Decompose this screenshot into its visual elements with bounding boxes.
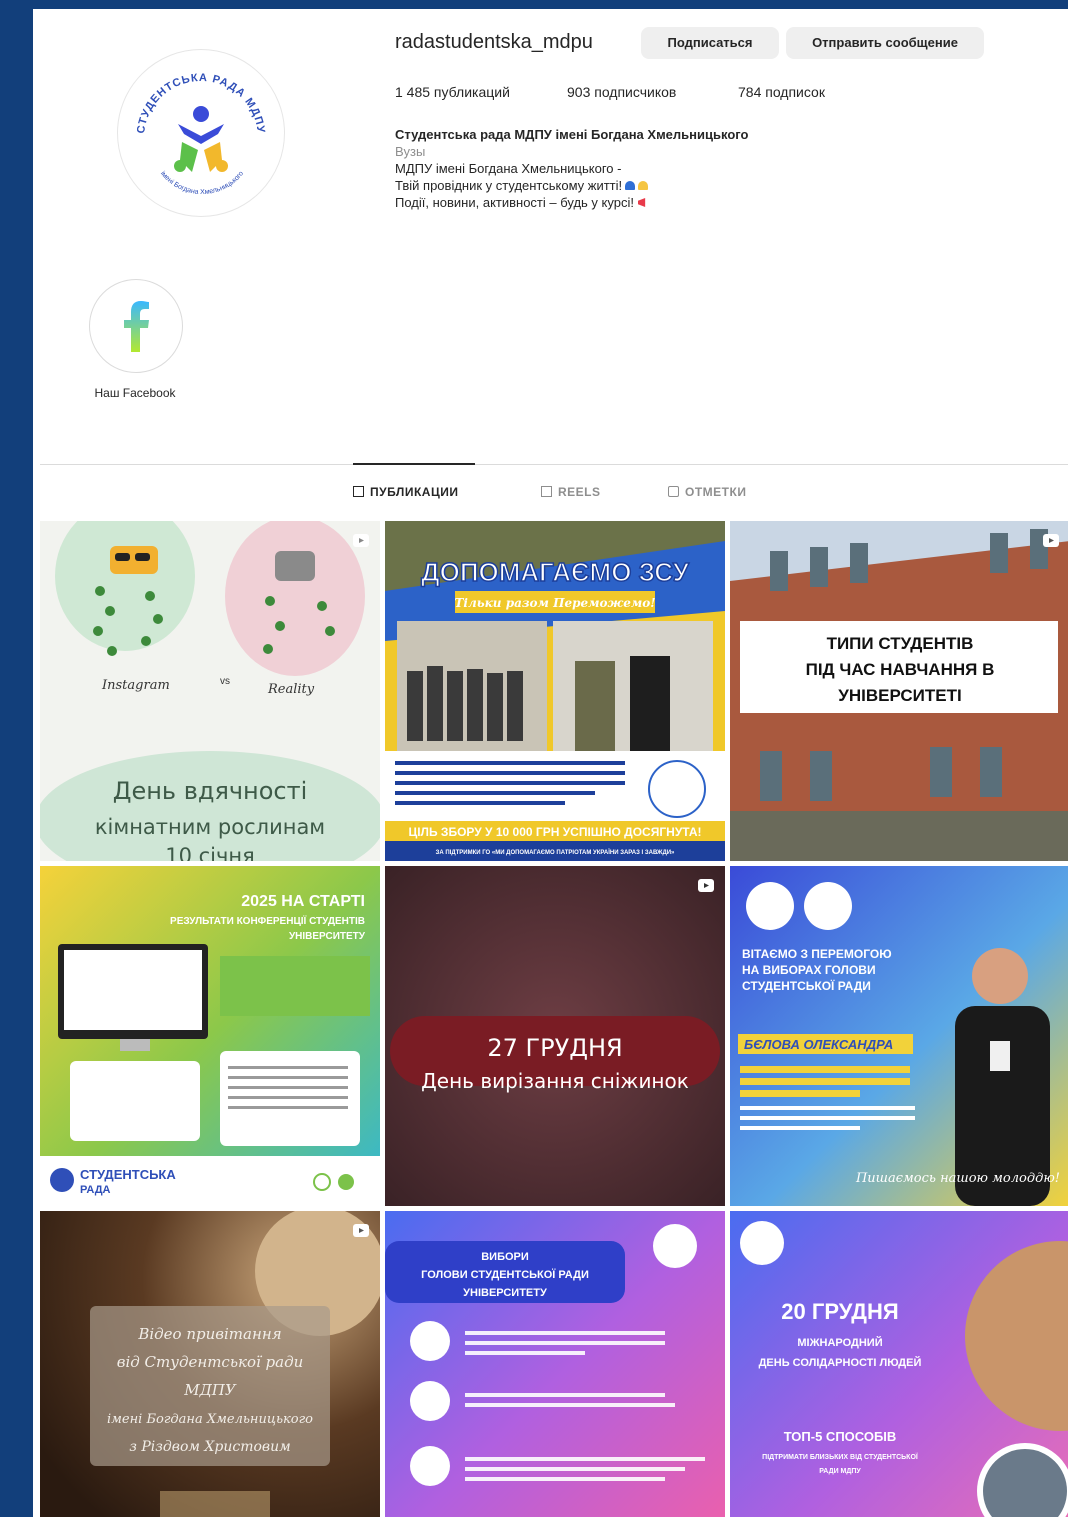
post2-footer: ЗА ПІДТРИМКИ ГО «МИ ДОПОМАГАЄМО ПАТРІОТА…: [436, 849, 675, 856]
tab-reels-label: REELS: [558, 485, 601, 499]
post6-line3: СТУДЕНТСЬКОЇ РАДИ: [742, 978, 871, 993]
post4-brand2: РАДА: [80, 1184, 111, 1196]
post8-line2: ГОЛОВИ СТУДЕНТСЬКОЇ РАДИ: [421, 1268, 589, 1281]
student-council-logo: СТУДЕНТСЬКА РАДА МДПУ імені Богдана Хмел…: [121, 53, 281, 213]
post8-line1: ВИБОРИ: [481, 1251, 529, 1263]
post4-brand1: СТУДЕНТСЬКА: [80, 1167, 176, 1182]
post5-date: 27 ГРУДНЯ: [487, 1034, 622, 1062]
tab-posts[interactable]: ПУБЛИКАЦИИ: [353, 485, 458, 499]
post-tile-3[interactable]: ТИПИ СТУДЕНТІВ ПІД ЧАС НАВЧАННЯ В УНІВЕР…: [730, 521, 1068, 861]
username: radastudentska_mdpu: [395, 31, 593, 53]
profile-page: СТУДЕНТСЬКА РАДА МДПУ імені Богдана Хмел…: [33, 9, 1068, 1517]
post-tile-9[interactable]: 20 ГРУДНЯ МІЖНАРОДНИЙ ДЕНЬ СОЛІДАРНОСТІ …: [730, 1211, 1068, 1517]
post9-top5: ТОП-5 СПОСОБІВ: [784, 1429, 897, 1444]
post4-subtitle2: УНІВЕРСИТЕТУ: [289, 931, 366, 942]
post6-line1: ВІТАЄМО З ПЕРЕМОГОЮ: [742, 947, 892, 961]
tabs-divider: [40, 464, 1068, 465]
post1-text-vs: vs: [220, 676, 230, 687]
bio-line-1: МДПУ імені Богдана Хмельницького -: [395, 161, 622, 176]
tab-posts-label: ПУБЛИКАЦИИ: [370, 485, 459, 499]
post9-line2: ДЕНЬ СОЛІДАРНОСТІ ЛЮДЕЙ: [759, 1356, 922, 1369]
post-tile-7[interactable]: Відео привітання від Студентської ради М…: [40, 1211, 380, 1517]
post2-title: ДОПОМАГАЄМО ЗСУ: [421, 557, 690, 587]
reels-icon: [541, 486, 552, 497]
bio-line-2-wrap: Твій провідник у студентському житті!: [395, 177, 995, 194]
post9-date: 20 ГРУДНЯ: [781, 1299, 898, 1324]
tab-tagged[interactable]: ОТМЕТКИ: [668, 485, 746, 499]
post7-line5: з Різдвом Христовим: [129, 1439, 290, 1455]
posts-count[interactable]: 1 485 публикаций: [395, 84, 510, 100]
post6-name: БЄЛОВА ОЛЕКСАНДРА: [744, 1037, 893, 1052]
post1-text-a: Instagram: [101, 678, 170, 693]
tab-tagged-label: ОТМЕТКИ: [685, 485, 747, 499]
post-tile-2[interactable]: ДОПОМАГАЄМО ЗСУ Тільки разом Переможемо!…: [385, 521, 725, 861]
post6-line2: НА ВИБОРАХ ГОЛОВИ: [742, 963, 876, 977]
bio-line-3: Події, новини, активності – будь у курсі…: [395, 195, 634, 210]
blue-heart-icon: [625, 181, 636, 190]
post-tile-1[interactable]: Instagram vs Reality День вдячності кімн…: [40, 521, 380, 861]
post7-line2: від Студентської ради: [117, 1353, 304, 1371]
profile-bio: Студентська рада МДПУ імені Богдана Хмел…: [395, 126, 995, 211]
bio-line-3-wrap: Події, новини, активності – будь у курсі…: [395, 194, 995, 211]
post1-title: День вдячності: [113, 777, 308, 805]
post3-line1: ТИПИ СТУДЕНТІВ: [827, 634, 974, 653]
post3-line3: УНІВЕРСИТЕТІ: [838, 686, 961, 705]
reel-icon: [697, 876, 715, 894]
tab-reels[interactable]: REELS: [541, 485, 601, 499]
post8-line3: УНІВЕРСИТЕТУ: [463, 1287, 547, 1299]
full-name: Студентська рада МДПУ імені Богдана Хмел…: [395, 127, 749, 142]
send-message-button[interactable]: Отправить сообщение: [786, 27, 984, 59]
post-tile-8[interactable]: ВИБОРИ ГОЛОВИ СТУДЕНТСЬКОЇ РАДИ УНІВЕРСИ…: [385, 1211, 725, 1517]
post2-goal: ЦІЛЬ ЗБОРУ У 10 000 ГРН УСПІШНО ДОСЯГНУТ…: [408, 825, 701, 839]
reel-icon: [352, 531, 370, 549]
reel-icon: [1042, 531, 1060, 549]
category-label: Вузы: [395, 144, 426, 159]
post1-subtitle: кімнатним рослинам: [95, 815, 325, 839]
post5-title: День вирізання сніжинок: [421, 1069, 689, 1093]
highlight-label: Наш Facebook: [94, 386, 176, 400]
profile-avatar[interactable]: СТУДЕНТСЬКА РАДА МДПУ імені Богдана Хмел…: [117, 49, 285, 217]
reel-icon: [352, 1221, 370, 1239]
post-tile-5[interactable]: 27 ГРУДНЯ День вирізання сніжинок: [385, 866, 725, 1206]
megaphone-icon: [637, 198, 646, 207]
highlight-facebook[interactable]: [89, 279, 183, 373]
active-tab-indicator: [353, 463, 475, 465]
post2-subtitle: Тільки разом Переможемо!: [454, 596, 655, 610]
post-tile-4[interactable]: 2025 НА СТАРТІ РЕЗУЛЬТАТИ КОНФЕРЕНЦІЇ СТ…: [40, 866, 380, 1206]
post4-subtitle: РЕЗУЛЬТАТИ КОНФЕРЕНЦІЇ СТУДЕНТІВ: [170, 914, 365, 927]
grid-icon: [353, 486, 364, 497]
post7-line4: імені Богдана Хмельницького: [107, 1412, 313, 1427]
post-tile-6[interactable]: ВІТАЄМО З ПЕРЕМОГОЮ НА ВИБОРАХ ГОЛОВИ СТ…: [730, 866, 1068, 1206]
post9-line1: МІЖНАРОДНИЙ: [797, 1336, 882, 1349]
post3-line2: ПІД ЧАС НАВЧАННЯ В: [806, 660, 995, 679]
post7-line1: Відео привітання: [137, 1325, 281, 1343]
followers-count[interactable]: 903 подписчиков: [567, 84, 676, 100]
following-count[interactable]: 784 подписок: [738, 84, 825, 100]
bio-line-2: Твій провідник у студентському житті!: [395, 178, 623, 193]
post4-title: 2025 НА СТАРТІ: [241, 893, 365, 910]
post9-line4: РАДИ МДПУ: [819, 1468, 861, 1475]
follow-button[interactable]: Подписаться: [641, 27, 779, 59]
yellow-heart-icon: [638, 181, 649, 190]
post9-line3: ПІДТРИМАТИ БЛИЗЬКИХ ВІД СТУДЕНТСЬКОЇ: [762, 1453, 919, 1461]
post7-line3: МДПУ: [183, 1381, 237, 1399]
post6-tagline: Пишаємось нашою молоддю!: [855, 1171, 1060, 1186]
post1-date: 10 січня: [165, 844, 255, 861]
facebook-icon: [124, 301, 149, 352]
post1-text-b: Reality: [267, 682, 315, 697]
tag-icon: [668, 486, 679, 497]
